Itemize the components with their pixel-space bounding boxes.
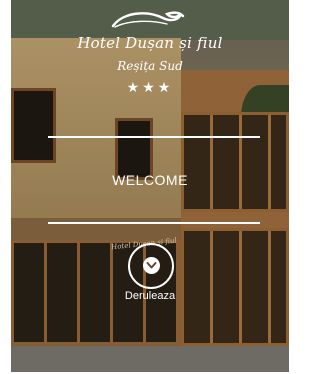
- hotel-city: Reșița Sud: [117, 59, 183, 73]
- scroll-down-button[interactable]: [128, 243, 174, 289]
- welcome-heading: WELCOME: [112, 172, 188, 188]
- scroll-down-label[interactable]: Deruleaza: [11, 290, 289, 302]
- divider-bottom: [48, 222, 260, 224]
- chevron-down-icon: [143, 257, 160, 274]
- divider-top: [48, 136, 260, 138]
- star-rating: ★★★: [126, 80, 174, 96]
- hotel-name: Hotel Dușan și fiul: [77, 34, 223, 52]
- decorative-swirl-icon: [111, 11, 185, 28]
